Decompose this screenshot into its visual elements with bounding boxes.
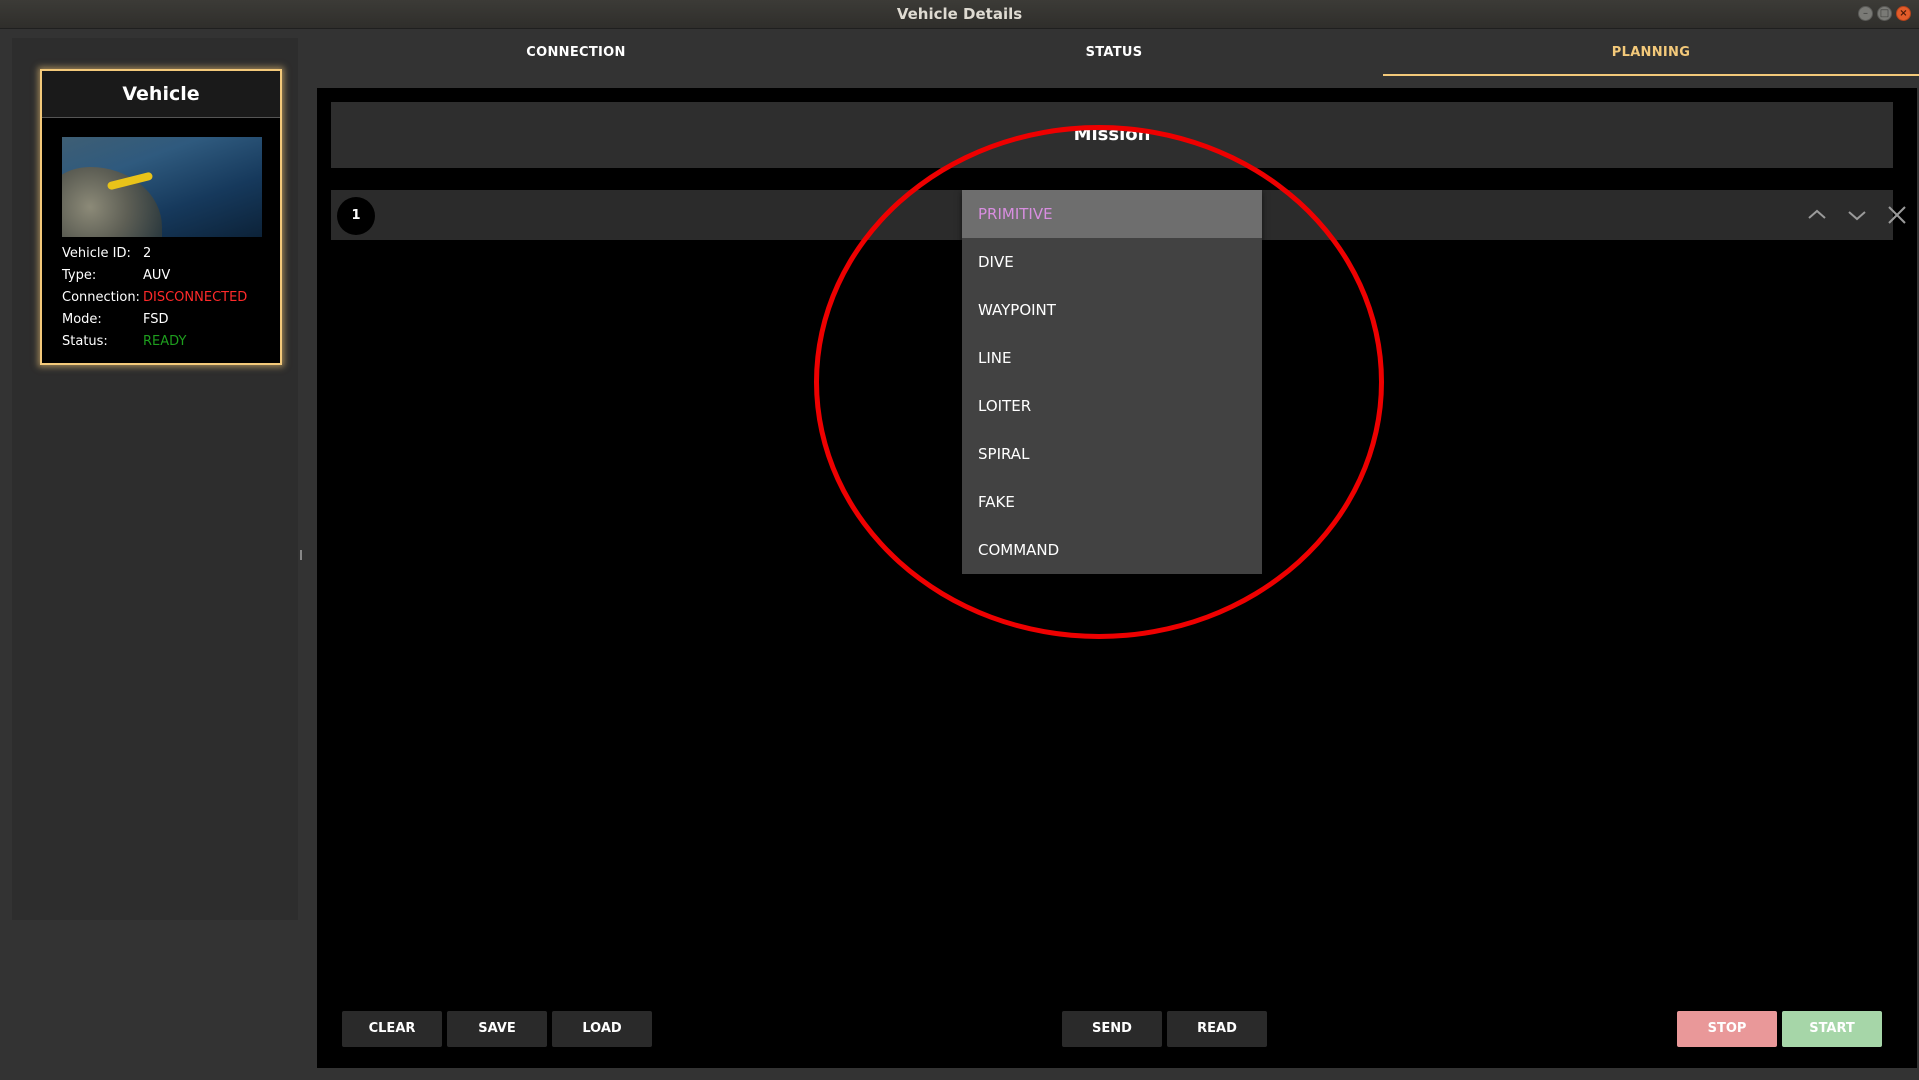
send-button[interactable]: SEND [1062, 1011, 1162, 1047]
option-line[interactable]: LINE [962, 334, 1262, 382]
tab-bar: CONNECTION STATUS PLANNING [307, 30, 1919, 76]
info-label: Status: [62, 334, 108, 349]
mission-title: Mission [331, 102, 1893, 168]
vehicle-id-value: 2 [143, 246, 152, 261]
info-row-type: Type: AUV [62, 265, 272, 287]
close-button[interactable]: × [1896, 6, 1911, 21]
option-loiter[interactable]: LOITER [962, 382, 1262, 430]
vehicle-info: Vehicle ID: 2 Type: AUV Connection: DISC… [62, 243, 272, 353]
info-row-status: Status: READY [62, 331, 272, 353]
clear-button[interactable]: CLEAR [342, 1011, 442, 1047]
start-button[interactable]: START [1782, 1011, 1882, 1047]
mode-value: FSD [143, 312, 169, 327]
stop-button[interactable]: STOP [1677, 1011, 1777, 1047]
vehicle-card-title: Vehicle [42, 71, 280, 118]
option-fake[interactable]: FAKE [962, 478, 1262, 526]
option-spiral[interactable]: SPIRAL [962, 430, 1262, 478]
info-row-vehicle-id: Vehicle ID: 2 [62, 243, 272, 265]
connection-status-value: DISCONNECTED [143, 290, 248, 305]
info-label: Type: [62, 268, 97, 283]
panel-splitter-handle[interactable] [300, 550, 302, 560]
option-command[interactable]: COMMAND [962, 526, 1262, 574]
load-button[interactable]: LOAD [552, 1011, 652, 1047]
option-primitive[interactable]: PRIMITIVE [962, 190, 1262, 238]
vehicle-image [62, 137, 262, 237]
option-dive[interactable]: DIVE [962, 238, 1262, 286]
close-icon[interactable] [1885, 203, 1909, 227]
window-title: Vehicle Details [896, 5, 1023, 23]
tab-planning[interactable]: PLANNING [1383, 30, 1919, 76]
step-type-dropdown-menu: PRIMITIVE DIVE WAYPOINT LINE LOITER SPIR… [962, 190, 1262, 574]
chevron-down-icon[interactable] [1845, 203, 1869, 227]
info-label: Connection: [62, 290, 140, 305]
step-number-badge: 1 [337, 197, 375, 235]
info-row-connection: Connection: DISCONNECTED [62, 287, 272, 309]
status-value: READY [143, 334, 187, 349]
maximize-button[interactable]: □ [1877, 6, 1892, 21]
info-label: Mode: [62, 312, 102, 327]
minimize-button[interactable]: – [1858, 6, 1873, 21]
read-button[interactable]: READ [1167, 1011, 1267, 1047]
window-titlebar: Vehicle Details – □ × [0, 0, 1919, 29]
vehicle-card[interactable]: Vehicle Vehicle ID: 2 Type: AUV Connecti… [40, 69, 282, 365]
vehicle-type-value: AUV [143, 268, 171, 283]
info-label: Vehicle ID: [62, 246, 131, 261]
tab-status[interactable]: STATUS [845, 30, 1383, 76]
save-button[interactable]: SAVE [447, 1011, 547, 1047]
chevron-up-icon[interactable] [1805, 203, 1829, 227]
info-row-mode: Mode: FSD [62, 309, 272, 331]
tab-connection[interactable]: CONNECTION [307, 30, 845, 76]
option-waypoint[interactable]: WAYPOINT [962, 286, 1262, 334]
